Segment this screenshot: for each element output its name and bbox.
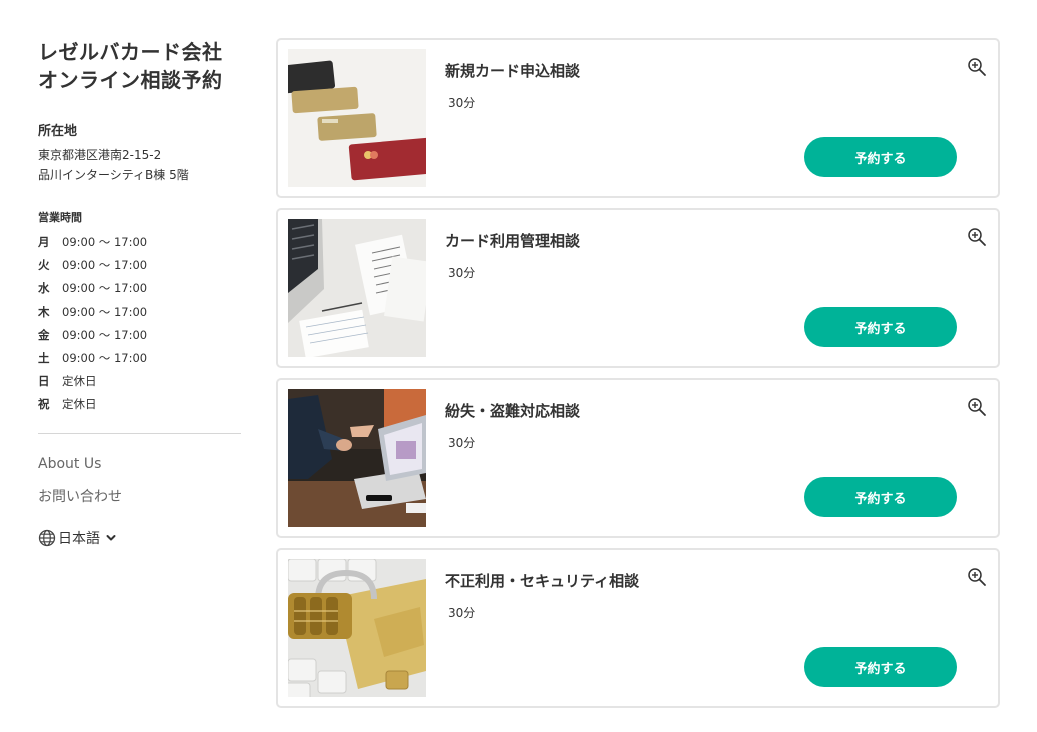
contact-link[interactable]: お問い合わせ: [38, 487, 241, 507]
sidebar-links: About Us お問い合わせ: [38, 454, 241, 507]
location-heading: 所在地: [38, 124, 78, 139]
hours-row-sun: 日定休日: [38, 370, 241, 393]
zoom-in-icon[interactable]: [967, 567, 987, 591]
zoom-in-icon[interactable]: [967, 397, 987, 421]
hours-heading: 営業時間: [38, 211, 82, 224]
service-list: 新規カード申込相談 30分 予約する カード利用管理相談 30分 予約する 紛失…: [276, 38, 1001, 718]
address-line-2: 品川インターシティB棟 5階: [38, 168, 189, 182]
service-title: カード利用管理相談: [445, 232, 581, 250]
hours-day: 土: [38, 351, 50, 366]
hours-day: 金: [38, 327, 50, 342]
laptop-receipts-image: [288, 219, 426, 357]
hours-row-holiday: 祝定休日: [38, 393, 241, 416]
service-card: 紛失・盗難対応相談 30分 予約する: [276, 378, 1000, 538]
hours-time: 09:00 〜 17:00: [62, 258, 148, 273]
hours-day: 祝: [38, 397, 50, 412]
service-title: 紛失・盗難対応相談: [445, 402, 581, 420]
hours-time: 09:00 〜 17:00: [62, 327, 148, 342]
language-selector[interactable]: 日本語: [38, 528, 128, 548]
book-button[interactable]: 予約する: [804, 137, 957, 177]
hours-row-sat: 土 09:00 〜 17:00: [38, 347, 241, 370]
credit-cards-image: [288, 49, 426, 187]
zoom-in-icon[interactable]: [967, 227, 987, 251]
service-duration: 30分: [448, 96, 476, 110]
hours-day: 水: [38, 281, 50, 296]
book-button[interactable]: 予約する: [804, 477, 957, 517]
hours-day: 火: [38, 258, 50, 273]
hours-time: 09:00 〜 17:00: [62, 351, 148, 366]
title-line-2: オンライン相談予約: [38, 68, 223, 92]
hours-day: 月: [38, 235, 50, 249]
service-duration: 30分: [448, 266, 476, 280]
service-card: 新規カード申込相談 30分 予約する: [276, 38, 1000, 198]
hours-row-mon: 月 09:00 〜 17:00: [38, 231, 241, 254]
about-us-link[interactable]: About Us: [38, 454, 241, 474]
book-button[interactable]: 予約する: [804, 647, 957, 687]
service-duration: 30分: [448, 436, 476, 450]
chevron-down-icon: [105, 532, 117, 544]
sidebar: レゼルバカード会社 オンライン相談予約 所在地 東京都港区港南2-15-2 品川…: [38, 38, 241, 548]
hours-time: 定休日: [62, 374, 97, 389]
hours-row-wed: 水 09:00 〜 17:00: [38, 277, 241, 300]
hours-day: 日: [38, 374, 50, 389]
title-line-1: レゼルバカード会社: [38, 40, 223, 64]
hours-row-fri: 金 09:00 〜 17:00: [38, 324, 241, 347]
zoom-in-icon[interactable]: [967, 57, 987, 81]
service-duration: 30分: [448, 606, 476, 620]
padlock-cards-image: [288, 559, 426, 697]
hours-time: 09:00 〜 17:00: [62, 281, 148, 296]
address-line-1: 東京都港区港南2-15-2: [38, 148, 162, 162]
hours-time: 09:00 〜 17:00: [62, 304, 148, 319]
globe-icon: [38, 529, 56, 547]
address: 東京都港区港南2-15-2 品川インターシティB棟 5階: [38, 145, 241, 185]
sidebar-divider: [38, 432, 241, 434]
service-title: 新規カード申込相談: [445, 62, 581, 80]
hours-day: 木: [38, 304, 50, 319]
book-button[interactable]: 予約する: [804, 307, 957, 347]
business-meeting-image: [288, 389, 426, 527]
hours-row-thu: 木 09:00 〜 17:00: [38, 301, 241, 324]
service-title: 不正利用・セキュリティ相談: [445, 572, 640, 590]
service-card: 不正利用・セキュリティ相談 30分 予約する: [276, 548, 1000, 708]
hours-list: 月 09:00 〜 17:00 火 09:00 〜 17:00 水 09:00 〜 1…: [38, 231, 241, 417]
hours-time: 09:00 〜 17:00: [62, 235, 148, 249]
language-label: 日本語: [58, 530, 100, 547]
page-title: レゼルバカード会社 オンライン相談予約: [38, 38, 241, 94]
hours-time: 定休日: [62, 397, 97, 412]
hours-row-tue: 火 09:00 〜 17:00: [38, 254, 241, 277]
service-card: カード利用管理相談 30分 予約する: [276, 208, 1000, 368]
